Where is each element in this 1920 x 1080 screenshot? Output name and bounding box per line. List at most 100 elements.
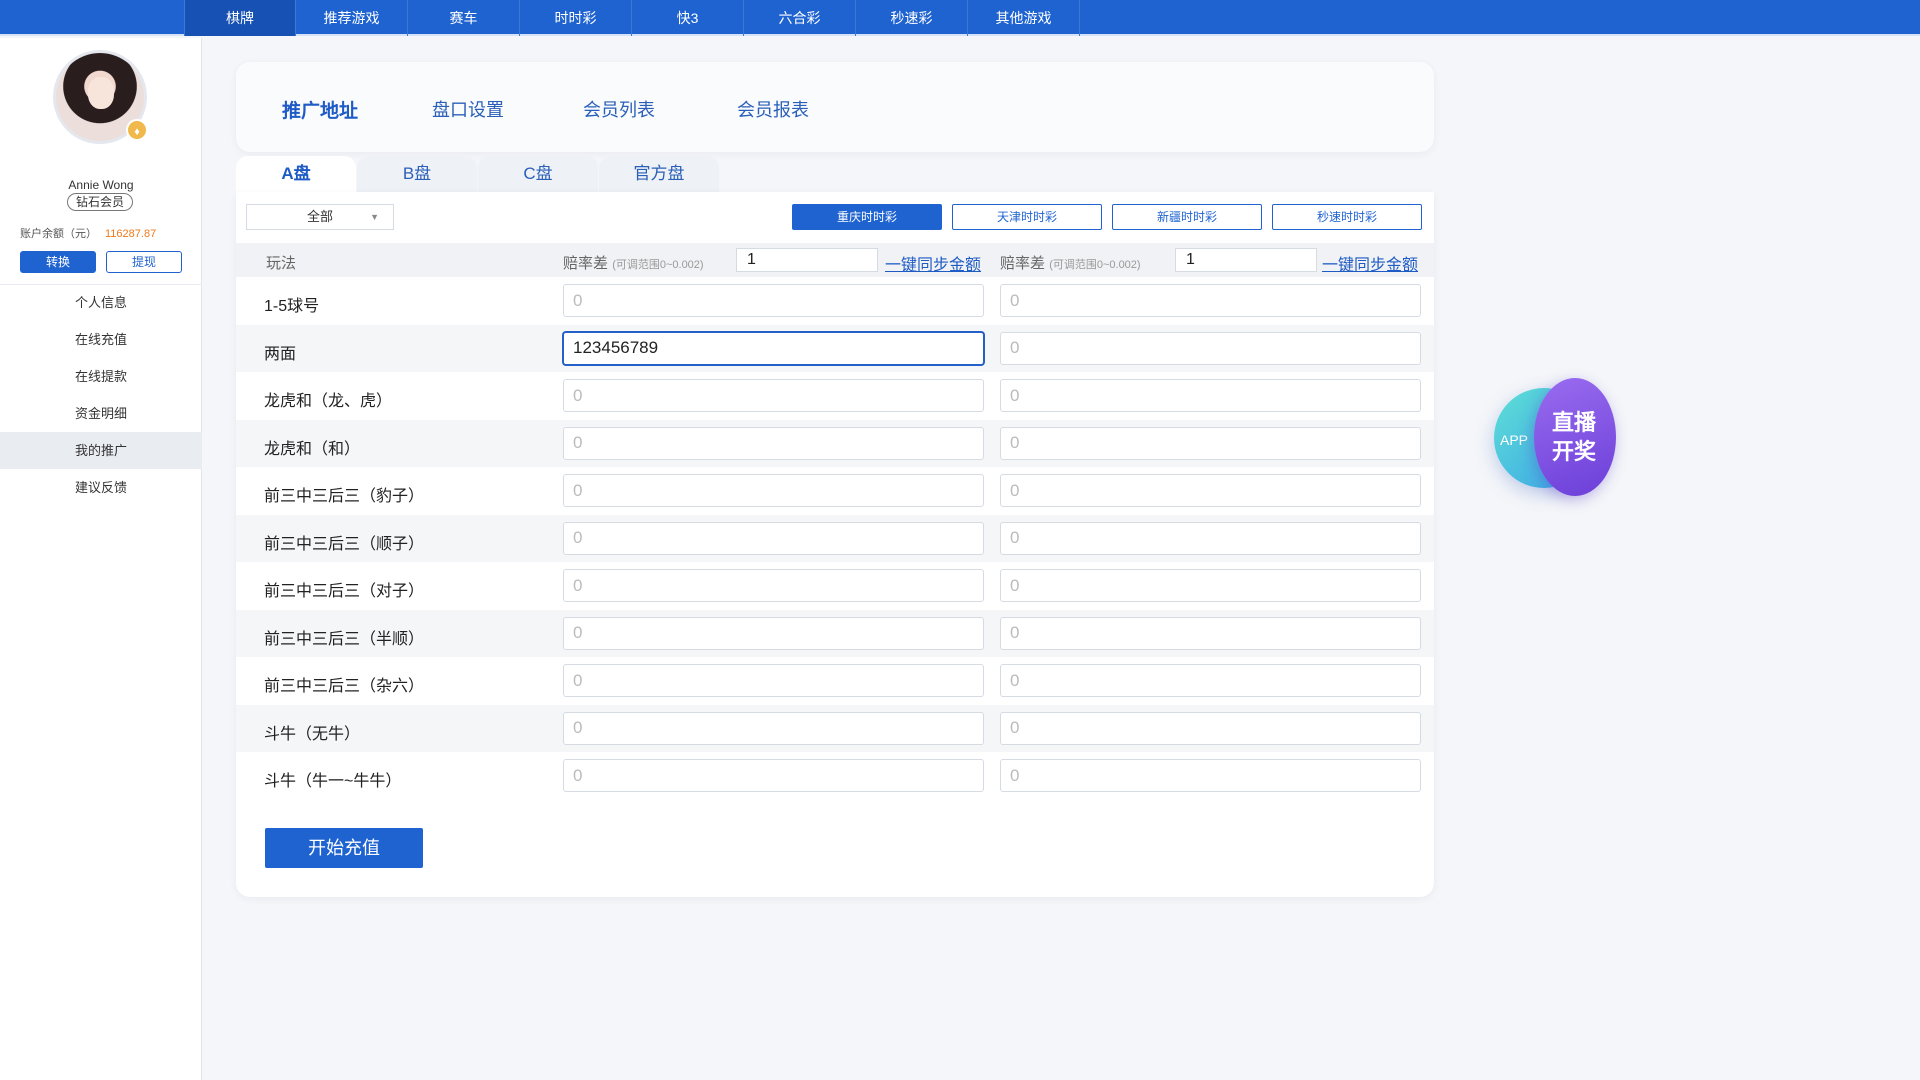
nav-item-qipai[interactable]: 棋牌: [184, 0, 296, 36]
tab-member-list[interactable]: 会员列表: [583, 96, 655, 122]
transfer-button[interactable]: 转换: [20, 251, 96, 273]
nav-item-recommended[interactable]: 推荐游戏: [296, 0, 408, 36]
rebate-input-1[interactable]: [563, 616, 984, 650]
table-row: 1-5球号: [236, 277, 1434, 325]
tab-handicap-settings[interactable]: 盘口设置: [432, 96, 504, 122]
sync-amount-link-2[interactable]: 一键同步金额: [1322, 251, 1418, 275]
rebate-input-2[interactable]: [1000, 284, 1421, 317]
table-row: 龙虎和（和）: [236, 419, 1434, 467]
chevron-down-icon: ▼: [370, 212, 379, 222]
table-row: 前三中三后三（半顺）: [236, 609, 1434, 657]
vip-diamond-icon: ♦: [126, 119, 148, 141]
play-name: 前三中三后三（豹子）: [264, 488, 425, 505]
rebate-input-1[interactable]: [563, 521, 984, 555]
tab-member-report[interactable]: 会员报表: [737, 96, 809, 122]
play-name: 前三中三后三（杂六）: [264, 678, 425, 695]
rebate-input-1[interactable]: [563, 711, 984, 745]
rebate-input-1[interactable]: [563, 569, 984, 602]
category-select[interactable]: 全部 ▼: [246, 204, 394, 230]
rebate-input-2[interactable]: [1000, 521, 1421, 555]
live-draw-line2: 开奖: [1551, 439, 1596, 464]
lottery-button-sumiao[interactable]: 秒速时时彩: [1272, 204, 1422, 230]
odds-diff-input-1[interactable]: [736, 248, 878, 272]
rebate-input-1[interactable]: [563, 331, 984, 365]
lottery-button-tianjin[interactable]: 天津时时彩: [952, 204, 1102, 230]
table-row: 前三中三后三（杂六）: [236, 657, 1434, 705]
rebate-input-1[interactable]: [563, 379, 984, 412]
sidebar-item-profile[interactable]: 个人信息: [0, 284, 202, 321]
nav-item-racing[interactable]: 赛车: [408, 0, 520, 36]
member-level-badge: 钻石会员: [67, 193, 133, 211]
sub-tab-official[interactable]: 官方盘: [599, 156, 719, 192]
sidebar-item-promotion[interactable]: 我的推广: [0, 432, 202, 469]
table-row: 斗牛（牛一~牛牛）: [236, 752, 1434, 800]
play-name: 龙虎和（龙、虎）: [264, 393, 393, 410]
rebate-input-2[interactable]: [1000, 664, 1421, 697]
start-recharge-button[interactable]: 开始充值: [265, 828, 423, 868]
sidebar-item-funds[interactable]: 资金明细: [0, 395, 202, 432]
sidebar-item-feedback[interactable]: 建议反馈: [0, 469, 202, 506]
sidebar-item-withdraw[interactable]: 在线提款: [0, 358, 202, 395]
top-nav: 棋牌 推荐游戏 赛车 时时彩 快3 六合彩 秒速彩 其他游戏: [0, 0, 1920, 36]
play-name: 前三中三后三（顺子）: [264, 535, 425, 553]
sub-tab-a[interactable]: A盘: [236, 156, 356, 192]
nav-item-ssc[interactable]: 时时彩: [520, 0, 632, 36]
play-name: 前三中三后三（半顺）: [264, 630, 425, 648]
live-draw-float[interactable]: APP 直播 开奖: [1494, 378, 1620, 504]
username: Annie Wong: [68, 178, 134, 192]
sidebar-item-deposit[interactable]: 在线充值: [0, 321, 202, 358]
rebate-input-2[interactable]: [1000, 711, 1421, 745]
rebate-input-2[interactable]: [1000, 474, 1421, 507]
play-name: 前三中三后三（对子）: [264, 583, 425, 600]
avatar[interactable]: ♦: [53, 50, 148, 144]
play-name: 两面: [264, 345, 297, 363]
nav-item-k3[interactable]: 快3: [632, 0, 744, 36]
balance-label: 账户余额（元）: [20, 228, 97, 240]
rebate-input-1[interactable]: [563, 284, 984, 317]
nav-item-other[interactable]: 其他游戏: [968, 0, 1080, 36]
sub-tab-c[interactable]: C盘: [478, 156, 598, 192]
rebate-input-2[interactable]: [1000, 759, 1421, 792]
rebate-input-2[interactable]: [1000, 569, 1421, 602]
rebate-input-1[interactable]: [563, 759, 984, 792]
rebate-input-1[interactable]: [563, 426, 984, 460]
table-row: 前三中三后三（顺子）: [236, 514, 1434, 562]
settings-panel: 全部 ▼ 重庆时时彩 天津时时彩 新疆时时彩 秒速时时彩 玩法 赔率差 (可调范…: [236, 192, 1434, 897]
col-odds-header-2: 赔率差 (可调范围0~0.002): [1000, 252, 1141, 273]
rebate-input-2[interactable]: [1000, 331, 1421, 365]
header-tabs-card: 推广地址 盘口设置 会员列表 会员报表: [236, 62, 1434, 152]
nav-item-lhc[interactable]: 六合彩: [744, 0, 856, 36]
table-row: 两面: [236, 324, 1434, 372]
lottery-button-xinjiang[interactable]: 新疆时时彩: [1112, 204, 1262, 230]
category-select-value: 全部: [307, 209, 334, 224]
col-play-header: 玩法: [266, 255, 297, 272]
tab-promo-address[interactable]: 推广地址: [282, 96, 358, 123]
play-name: 斗牛（无牛）: [264, 725, 361, 743]
app-label: APP: [1500, 432, 1529, 448]
live-draw-line1: 直播: [1551, 410, 1596, 435]
live-draw-label: 直播 开奖: [1544, 408, 1604, 466]
withdraw-button[interactable]: 提现: [106, 251, 182, 273]
rebate-input-1[interactable]: [563, 664, 984, 697]
play-rows: 1-5球号 两面 龙虎和（龙、虎） 龙虎和（和） 前三中三后三（豹子） 前三中三…: [236, 277, 1434, 800]
odds-label-1: 赔率差: [563, 255, 609, 272]
rebate-input-2[interactable]: [1000, 426, 1421, 460]
table-row: 龙虎和（龙、虎）: [236, 372, 1434, 420]
odds-range-2: (可调范围0~0.002): [1049, 259, 1141, 271]
lottery-button-chongqing[interactable]: 重庆时时彩: [792, 204, 942, 230]
sub-tab-b[interactable]: B盘: [357, 156, 477, 192]
odds-diff-input-2[interactable]: [1175, 248, 1317, 272]
balance-value: 116287.87: [105, 228, 157, 240]
play-name: 1-5球号: [264, 298, 320, 315]
rebate-input-1[interactable]: [563, 474, 984, 507]
table-row: 斗牛（无牛）: [236, 704, 1434, 752]
sync-amount-link-1[interactable]: 一键同步金额: [885, 251, 981, 275]
rebate-input-2[interactable]: [1000, 379, 1421, 412]
odds-label-2: 赔率差: [1000, 255, 1046, 272]
rebate-input-2[interactable]: [1000, 616, 1421, 650]
avatar-face: [88, 77, 114, 109]
nav-item-msc[interactable]: 秒速彩: [856, 0, 968, 36]
play-name: 龙虎和（和）: [264, 440, 361, 458]
handicap-sub-tabs: A盘 B盘 C盘 官方盘: [236, 156, 720, 192]
col-odds-header-1: 赔率差 (可调范围0~0.002): [563, 252, 704, 273]
